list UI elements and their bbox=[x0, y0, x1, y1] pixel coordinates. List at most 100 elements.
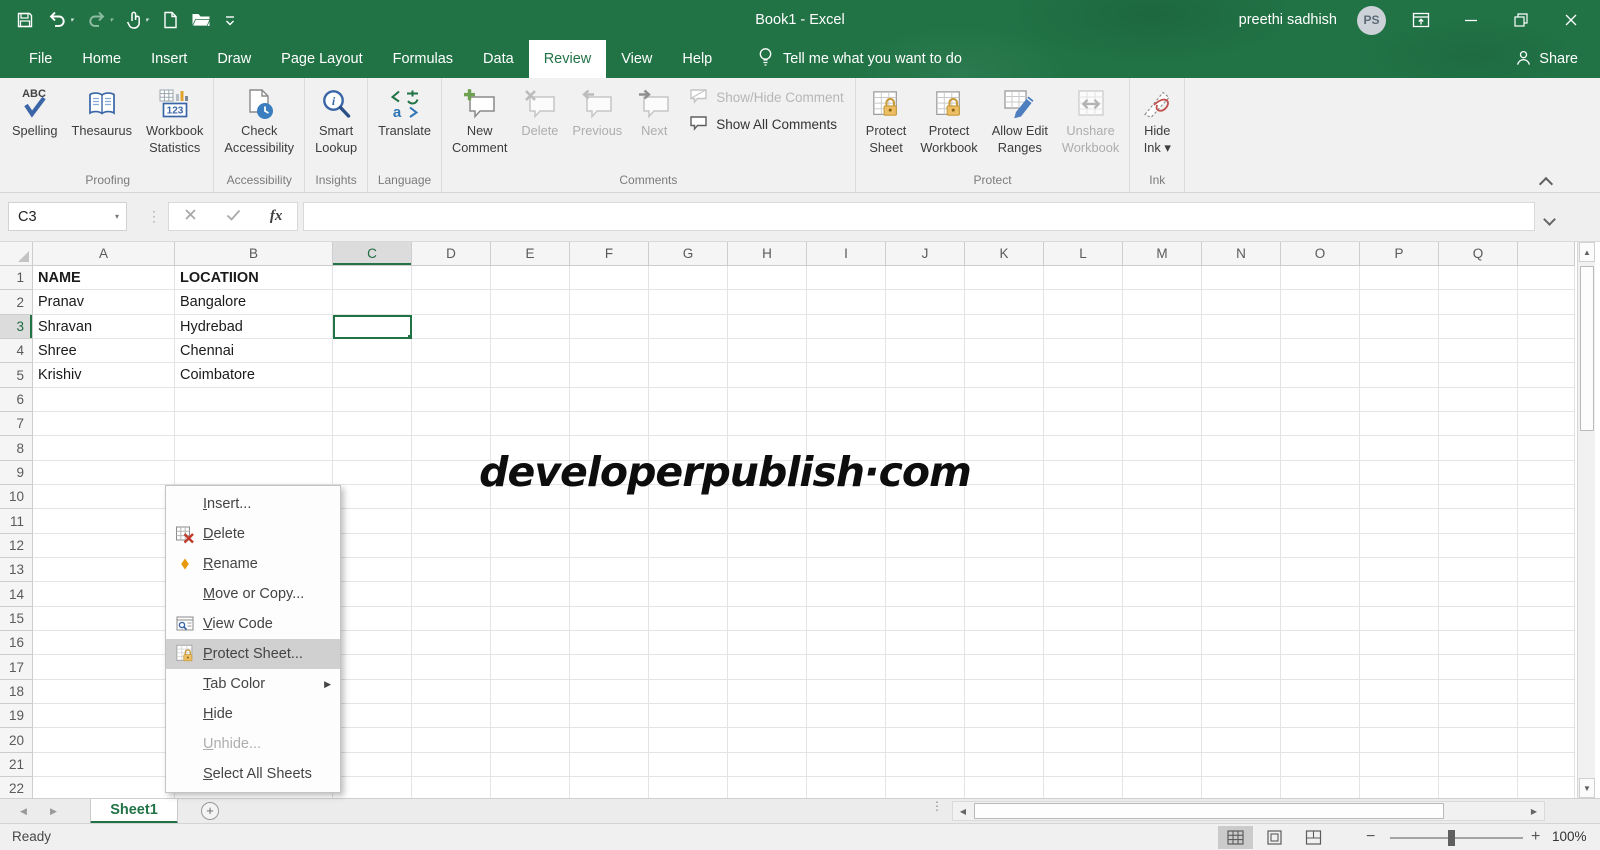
add-sheet-button[interactable]: + bbox=[201, 802, 219, 820]
cell-K4[interactable] bbox=[965, 339, 1044, 363]
cell-G9[interactable] bbox=[649, 461, 728, 485]
cell-O7[interactable] bbox=[1281, 412, 1360, 436]
cell-K2[interactable] bbox=[965, 290, 1044, 315]
cell-L17[interactable] bbox=[1044, 655, 1123, 680]
cell-P2[interactable] bbox=[1360, 290, 1439, 315]
cell-Q8[interactable] bbox=[1439, 436, 1518, 461]
cell-N4[interactable] bbox=[1202, 339, 1281, 363]
cell-N8[interactable] bbox=[1202, 436, 1281, 461]
cell-N18[interactable] bbox=[1202, 680, 1281, 704]
tab-view[interactable]: View bbox=[606, 40, 667, 78]
translate-button[interactable]: a Translate bbox=[371, 79, 438, 140]
cell-N3[interactable] bbox=[1202, 315, 1281, 339]
cell-L12[interactable] bbox=[1044, 534, 1123, 558]
cell-P6[interactable] bbox=[1360, 388, 1439, 412]
cell-Q19[interactable] bbox=[1439, 704, 1518, 728]
formula-input[interactable] bbox=[303, 202, 1535, 231]
scroll-up-icon[interactable]: ▲ bbox=[1579, 242, 1595, 262]
hscroll-thumb[interactable] bbox=[974, 803, 1444, 819]
cell-H9[interactable] bbox=[728, 461, 807, 485]
column-header-A[interactable]: A bbox=[33, 242, 175, 266]
cell-E5[interactable] bbox=[491, 363, 570, 388]
cell-E3[interactable] bbox=[491, 315, 570, 339]
cell-L1[interactable] bbox=[1044, 266, 1123, 290]
cell-G3[interactable] bbox=[649, 315, 728, 339]
cell-M20[interactable] bbox=[1123, 728, 1202, 753]
cell-partial-11[interactable] bbox=[1518, 509, 1575, 534]
zoom-in-button[interactable]: + bbox=[1531, 824, 1540, 850]
cell-L14[interactable] bbox=[1044, 582, 1123, 607]
cell-N12[interactable] bbox=[1202, 534, 1281, 558]
cell-D21[interactable] bbox=[412, 753, 491, 777]
cell-Q20[interactable] bbox=[1439, 728, 1518, 753]
cell-O3[interactable] bbox=[1281, 315, 1360, 339]
cell-N22[interactable] bbox=[1202, 777, 1281, 798]
cell-G1[interactable] bbox=[649, 266, 728, 290]
cell-L6[interactable] bbox=[1044, 388, 1123, 412]
protect-sheet-button[interactable]: Protect Sheet bbox=[859, 79, 914, 157]
cell-Q21[interactable] bbox=[1439, 753, 1518, 777]
cell-A6[interactable] bbox=[33, 388, 175, 412]
cell-P8[interactable] bbox=[1360, 436, 1439, 461]
cell-P3[interactable] bbox=[1360, 315, 1439, 339]
avatar[interactable]: PS bbox=[1357, 5, 1386, 35]
row-header-6[interactable]: 6 bbox=[0, 388, 33, 412]
column-header-E[interactable]: E bbox=[491, 242, 570, 266]
horizontal-scrollbar[interactable]: ◀ ▶ bbox=[952, 801, 1545, 821]
cell-K19[interactable] bbox=[965, 704, 1044, 728]
ribbon-display-options-button[interactable] bbox=[1406, 5, 1436, 35]
cell-G14[interactable] bbox=[649, 582, 728, 607]
cell-C5[interactable] bbox=[333, 363, 412, 388]
cell-H19[interactable] bbox=[728, 704, 807, 728]
cell-D18[interactable] bbox=[412, 680, 491, 704]
cell-A7[interactable] bbox=[33, 412, 175, 436]
sheet-nav-left-icon[interactable]: ◀ bbox=[20, 799, 27, 824]
cell-F8[interactable] bbox=[570, 436, 649, 461]
cell-B2[interactable]: Bangalore bbox=[175, 290, 333, 315]
cell-partial-12[interactable] bbox=[1518, 534, 1575, 558]
sheet-nav-right-icon[interactable]: ▶ bbox=[50, 799, 57, 824]
cell-A17[interactable] bbox=[33, 655, 175, 680]
cell-C18[interactable] bbox=[333, 680, 412, 704]
cell-C6[interactable] bbox=[333, 388, 412, 412]
cell-P1[interactable] bbox=[1360, 266, 1439, 290]
cell-P15[interactable] bbox=[1360, 607, 1439, 631]
cell-J12[interactable] bbox=[886, 534, 965, 558]
row-header-13[interactable]: 13 bbox=[0, 558, 33, 582]
cell-P18[interactable] bbox=[1360, 680, 1439, 704]
cell-C22[interactable] bbox=[333, 777, 412, 798]
cell-P9[interactable] bbox=[1360, 461, 1439, 485]
cell-K13[interactable] bbox=[965, 558, 1044, 582]
cell-F7[interactable] bbox=[570, 412, 649, 436]
cell-I21[interactable] bbox=[807, 753, 886, 777]
cell-F2[interactable] bbox=[570, 290, 649, 315]
cell-M10[interactable] bbox=[1123, 485, 1202, 509]
cell-L13[interactable] bbox=[1044, 558, 1123, 582]
cell-N1[interactable] bbox=[1202, 266, 1281, 290]
cell-Q5[interactable] bbox=[1439, 363, 1518, 388]
cell-C8[interactable] bbox=[333, 436, 412, 461]
cell-L21[interactable] bbox=[1044, 753, 1123, 777]
cell-N2[interactable] bbox=[1202, 290, 1281, 315]
cell-L10[interactable] bbox=[1044, 485, 1123, 509]
cell-H6[interactable] bbox=[728, 388, 807, 412]
menu-item-view-code[interactable]: View Code bbox=[166, 609, 340, 639]
cell-A8[interactable] bbox=[33, 436, 175, 461]
cell-H1[interactable] bbox=[728, 266, 807, 290]
cell-D3[interactable] bbox=[412, 315, 491, 339]
cell-partial-13[interactable] bbox=[1518, 558, 1575, 582]
cell-G21[interactable] bbox=[649, 753, 728, 777]
cell-A18[interactable] bbox=[33, 680, 175, 704]
cell-A14[interactable] bbox=[33, 582, 175, 607]
cell-D2[interactable] bbox=[412, 290, 491, 315]
cell-E9[interactable] bbox=[491, 461, 570, 485]
cell-I10[interactable] bbox=[807, 485, 886, 509]
cell-G13[interactable] bbox=[649, 558, 728, 582]
cell-O18[interactable] bbox=[1281, 680, 1360, 704]
cell-L4[interactable] bbox=[1044, 339, 1123, 363]
formula-bar-expand-icon[interactable] bbox=[1543, 211, 1556, 229]
cell-G8[interactable] bbox=[649, 436, 728, 461]
cell-L19[interactable] bbox=[1044, 704, 1123, 728]
share-button[interactable]: Share bbox=[1515, 40, 1578, 78]
column-header-G[interactable]: G bbox=[649, 242, 728, 266]
